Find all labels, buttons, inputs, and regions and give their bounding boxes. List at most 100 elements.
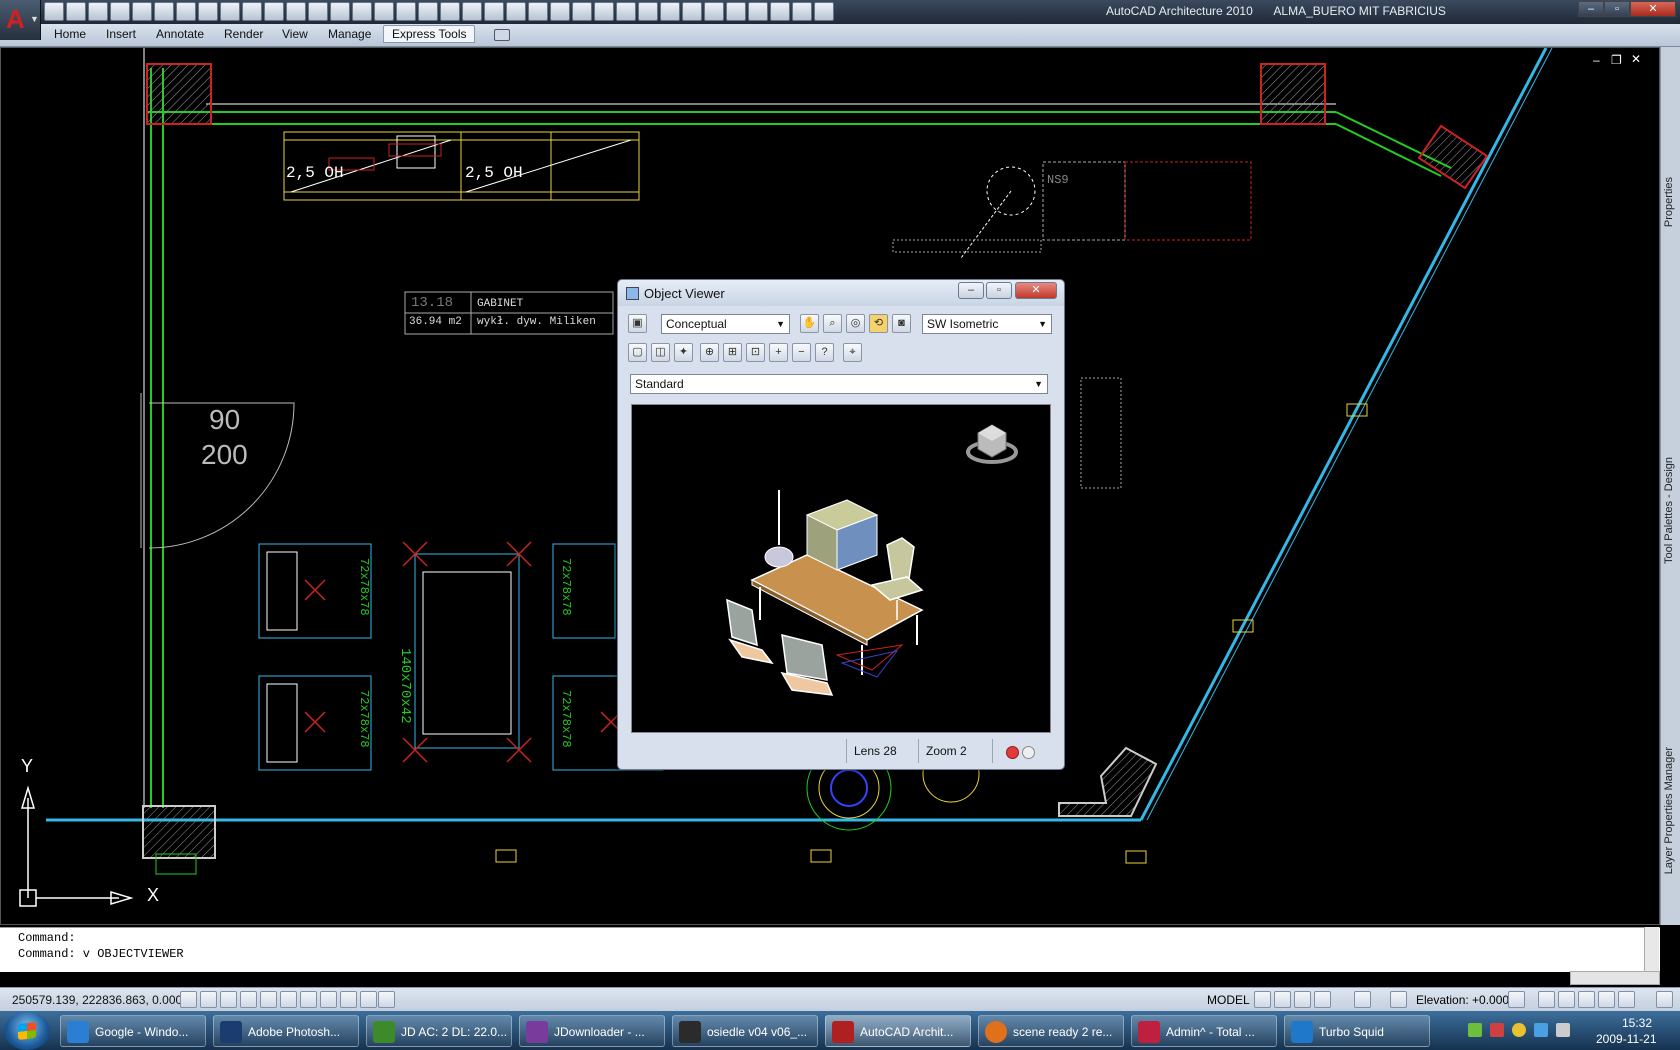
taskbar-item-turbosquid[interactable]: Turbo Squid	[1284, 1015, 1430, 1047]
toolbar-button-icon[interactable]	[198, 2, 218, 21]
toolbar-button-icon[interactable]	[770, 2, 790, 21]
close-button[interactable]: ✕	[1630, 1, 1676, 17]
palette-tab-properties[interactable]: Properties	[1663, 177, 1675, 227]
toolbar-button-icon[interactable]	[528, 2, 548, 21]
toolbar-button-icon[interactable]	[396, 2, 416, 21]
zoom-realtime-icon[interactable]: ⊕	[700, 343, 719, 362]
toolbar-button-icon[interactable]	[418, 2, 438, 21]
camera-icon[interactable]: ◙	[892, 314, 911, 333]
toolbar-button-icon[interactable]	[352, 2, 372, 21]
toolbar-button-icon[interactable]	[550, 2, 570, 21]
toolbar-button-icon[interactable]	[616, 2, 636, 21]
layout-icon[interactable]	[1254, 991, 1271, 1008]
toolbar-button-icon[interactable]	[682, 2, 702, 21]
zoom-icon[interactable]: ⌕	[823, 314, 842, 333]
pan-status-icon[interactable]	[1314, 991, 1331, 1008]
toolbar-button-icon[interactable]	[792, 2, 812, 21]
clock-time[interactable]: 15:32	[1622, 1016, 1652, 1030]
ducs-toggle[interactable]	[300, 991, 317, 1008]
toolbar-button-icon[interactable]	[110, 2, 130, 21]
zoom-in-icon[interactable]: +	[769, 343, 788, 362]
view-cube-icon[interactable]: ▢	[628, 343, 647, 362]
taskbar-item-autocad[interactable]: AutoCAD Archit...	[825, 1015, 971, 1047]
command-line[interactable]: Command: Command: v OBJECTVIEWER	[0, 927, 1660, 972]
toolbar-button-icon[interactable]	[374, 2, 394, 21]
toolbar-button-icon[interactable]	[704, 2, 724, 21]
osnap-toggle[interactable]	[260, 991, 277, 1008]
application-menu-button[interactable]: A ▼	[0, 0, 41, 40]
tab-view[interactable]: View	[282, 27, 308, 41]
tab-manage[interactable]: Manage	[328, 27, 371, 41]
tray-settings-icon[interactable]	[1598, 991, 1615, 1008]
taskbar-item-firefox[interactable]: scene ready 2 re...	[978, 1015, 1124, 1047]
toolbar-button-icon[interactable]	[572, 2, 592, 21]
toolbar-button-icon[interactable]	[748, 2, 768, 21]
taskbar-item-jd[interactable]: JD AC: 2 DL: 22.0...	[366, 1015, 512, 1047]
status-indicator-icon[interactable]	[1022, 746, 1035, 759]
toolbar-button-icon[interactable]	[484, 2, 504, 21]
zoom-previous-icon[interactable]: ?	[815, 343, 834, 362]
qp-toggle[interactable]	[360, 991, 377, 1008]
quick-view-drawings-icon[interactable]	[1294, 991, 1311, 1008]
lightbulb-icon[interactable]	[1578, 991, 1595, 1008]
toolbar-button-icon[interactable]	[308, 2, 328, 21]
ribbon-minimize-toggle[interactable]	[494, 29, 510, 41]
toolbar-button-icon[interactable]	[330, 2, 350, 21]
dialog-close-button[interactable]: ✕	[1015, 282, 1057, 299]
view-select[interactable]: SW Isometric ▼	[922, 314, 1052, 334]
taskbar-item-osiedle[interactable]: osiedle v04 v06_...	[672, 1015, 818, 1047]
lwt-toggle[interactable]	[340, 991, 357, 1008]
dyn-toggle[interactable]	[320, 991, 337, 1008]
toolbar-button-icon[interactable]	[176, 2, 196, 21]
tray-app-icon[interactable]	[1468, 1023, 1482, 1037]
viewport-close-icon[interactable]: ✕	[1631, 52, 1641, 66]
infer-constraints-toggle[interactable]	[180, 991, 197, 1008]
toolbar-button-icon[interactable]	[440, 2, 460, 21]
dialog-minimize-button[interactable]: –	[958, 282, 984, 299]
orbit-icon[interactable]: ◎	[846, 314, 865, 333]
toolbar-button-icon[interactable]	[814, 2, 834, 21]
command-scrollbar[interactable]	[1644, 927, 1659, 971]
tab-express-tools[interactable]: Express Tools	[383, 25, 476, 43]
gear-icon[interactable]	[1508, 991, 1525, 1008]
dialog-title-bar[interactable]: Object Viewer – ▫ ✕	[618, 280, 1064, 306]
maximize-button[interactable]: ▫	[1604, 1, 1630, 17]
toolbar-button-icon[interactable]	[242, 2, 262, 21]
tab-render[interactable]: Render	[224, 27, 263, 41]
toolbar-button-icon[interactable]	[726, 2, 746, 21]
otrack-toggle[interactable]	[280, 991, 297, 1008]
taskbar-item-totalcmd[interactable]: Admin^ - Total ...	[1131, 1015, 1277, 1047]
tray-app-icon[interactable]	[1512, 1023, 1526, 1037]
toolbar-button-icon[interactable]	[264, 2, 284, 21]
taskbar-item-ie[interactable]: Google - Windo...	[60, 1015, 206, 1047]
taskbar-item-photoshop[interactable]: Adobe Photosh...	[213, 1015, 359, 1047]
toolbar-button-icon[interactable]	[88, 2, 108, 21]
toolbar-button-icon[interactable]	[462, 2, 482, 21]
polar-toggle[interactable]	[240, 991, 257, 1008]
dialog-maximize-button[interactable]: ▫	[986, 282, 1012, 299]
visual-style-select[interactable]: Conceptual ▼	[661, 314, 790, 334]
record-indicator-icon[interactable]	[1006, 746, 1019, 759]
clean-screen-icon[interactable]	[1618, 991, 1635, 1008]
free-orbit-icon[interactable]: ⟲	[869, 314, 888, 333]
zoom-window-icon[interactable]: ⊞	[723, 343, 742, 362]
tab-annotate[interactable]: Annotate	[156, 27, 204, 41]
ucs-select[interactable]: Standard ▼	[630, 374, 1048, 394]
toolbar-button-icon[interactable]	[220, 2, 240, 21]
pan-realtime-icon[interactable]: ✦	[674, 343, 693, 362]
quick-view-icon[interactable]	[1274, 991, 1291, 1008]
toolbar-button-icon[interactable]	[66, 2, 86, 21]
minimize-button[interactable]: –	[1578, 1, 1604, 17]
pan-icon[interactable]: ✋	[800, 314, 819, 333]
zoom-out-icon[interactable]: −	[792, 343, 811, 362]
toolbar-button-icon[interactable]	[44, 2, 64, 21]
tab-insert[interactable]: Insert	[106, 27, 136, 41]
object-preview-viewport[interactable]	[631, 404, 1051, 733]
layer-icon[interactable]	[1558, 991, 1575, 1008]
viewport-restore-icon[interactable]: ❐	[1611, 53, 1622, 67]
grid-toggle[interactable]	[200, 991, 217, 1008]
zoom-extents-icon[interactable]: ⊡	[746, 343, 765, 362]
toolbar-button-icon[interactable]	[638, 2, 658, 21]
toolbar-button-icon[interactable]	[286, 2, 306, 21]
network-icon[interactable]	[1534, 1023, 1548, 1037]
